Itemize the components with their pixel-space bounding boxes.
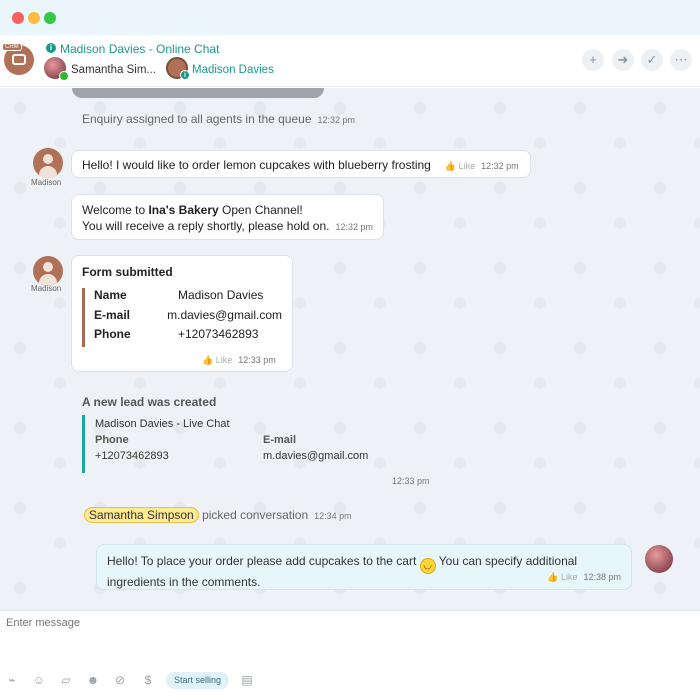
- lead-email: m.davies@gmail.com: [263, 450, 369, 462]
- form-submitted-card: Form submitted Name Madison Davies E-mail…: [71, 255, 293, 372]
- like-button[interactable]: 👍 Like: [547, 572, 577, 582]
- window-titlebar: [0, 0, 700, 35]
- form-row: E-mail m.davies@gmail.com: [94, 307, 282, 322]
- system-message-text: Enquiry assigned to all agents in the qu…: [82, 112, 312, 126]
- agent-avatar-icon: [645, 545, 673, 573]
- message-time: 12:32 pm: [335, 222, 374, 232]
- online-status-icon: [59, 71, 69, 81]
- message-time: 12:33 pm: [238, 355, 276, 365]
- form-row: Phone +12073462893: [94, 327, 259, 341]
- like-button[interactable]: 👍 Like: [202, 355, 232, 365]
- document-icon[interactable]: ▤: [240, 673, 254, 687]
- crm-tag: CRM: [2, 43, 22, 51]
- message-text: Hello! I would like to order lemon cupca…: [82, 158, 431, 172]
- customer-name[interactable]: Madison Davies: [192, 64, 274, 76]
- message-time: 12:38 pm: [583, 572, 621, 582]
- form-title: Form submitted: [82, 265, 173, 279]
- welcome-line-1: Welcome to Ina's Bakery Open Channel!: [82, 203, 303, 217]
- minimize-window-button[interactable]: [28, 12, 40, 24]
- system-message-assigned: Enquiry assigned to all agents in the qu…: [82, 112, 355, 126]
- template-icon[interactable]: ▱: [59, 673, 73, 687]
- chat-title[interactable]: Madison Davies - Online Chat: [60, 42, 219, 56]
- customer-message: Hello! I would like to order lemon cupca…: [71, 150, 531, 178]
- attach-icon[interactable]: ⌁: [5, 673, 19, 687]
- maximize-window-button[interactable]: [44, 12, 56, 24]
- user-icon[interactable]: ☺: [32, 673, 46, 687]
- agent-message-text-start: Hello! To place your order please add cu…: [107, 554, 417, 568]
- lead-phone: +12073462893: [95, 450, 169, 462]
- customer-avatar-label: Madison: [31, 284, 62, 293]
- customer-avatar-icon: [33, 148, 63, 178]
- lead-email-label: E-mail: [263, 434, 297, 446]
- add-icon[interactable]: +: [582, 49, 604, 71]
- more-icon[interactable]: ⋯: [670, 49, 692, 71]
- agent-message: Hello! To place your order please add cu…: [96, 544, 632, 590]
- customer-avatar[interactable]: i: [166, 57, 190, 80]
- form-fields: Name Madison Davies E-mail m.davies@gmail.…: [82, 288, 282, 347]
- message-time: 12:34 pm: [314, 511, 352, 521]
- close-window-button[interactable]: [12, 12, 24, 24]
- customer-avatar-label: Madison: [31, 178, 62, 187]
- picked-text: picked conversation: [202, 508, 309, 522]
- lead-card[interactable]: Madison Davies - Live Chat Phone +120734…: [82, 415, 382, 473]
- hide-icon[interactable]: ⊘: [113, 673, 127, 687]
- message-composer: ⌁ ☺ ▱ ☻ ⊘ $ Start selling ▤: [0, 610, 700, 696]
- lead-name[interactable]: Madison Davies - Live Chat: [95, 418, 230, 430]
- message-time: 12:32 pm: [481, 161, 519, 171]
- crm-icon[interactable]: CRM: [2, 43, 34, 75]
- previous-message-bubble: [72, 88, 324, 98]
- chat-history[interactable]: Enquiry assigned to all agents in the qu…: [0, 88, 700, 610]
- like-button[interactable]: 👍 Like: [445, 161, 475, 171]
- payment-icon[interactable]: $: [141, 673, 155, 687]
- start-selling-button[interactable]: Start selling: [166, 672, 230, 689]
- chat-header: CRM i Madison Davies - Online Chat Saman…: [0, 35, 700, 87]
- form-meta: 👍 Like 12:33 pm: [202, 352, 276, 366]
- welcome-line-2: You will receive a reply shortly, please…: [82, 219, 374, 233]
- lead-time: 12:33 pm: [392, 476, 430, 486]
- welcome-message: Welcome to Ina's Bakery Open Channel! Yo…: [71, 194, 384, 240]
- lead-created-title: A new lead was created: [82, 395, 217, 409]
- customer-info-icon: i: [180, 70, 190, 80]
- message-input[interactable]: [6, 617, 606, 629]
- chat-bubble-icon: [12, 54, 26, 65]
- lead-phone-label: Phone: [95, 434, 129, 446]
- forward-icon[interactable]: ➜: [612, 49, 634, 71]
- smile-emoji-icon: ◡: [419, 558, 436, 574]
- form-row: Name Madison Davies: [94, 288, 264, 302]
- check-icon[interactable]: ✓: [641, 49, 663, 71]
- message-time: 12:32 pm: [317, 115, 356, 125]
- agent-avatar[interactable]: [44, 57, 69, 81]
- system-message-picked: Samantha Simpson picked conversation 12:3…: [84, 507, 352, 523]
- agent-message-meta: 👍 Like 12:38 pm: [533, 568, 621, 585]
- agent-name[interactable]: Samantha Sim...: [71, 64, 156, 76]
- customer-avatar-icon: [33, 256, 63, 286]
- info-icon[interactable]: i: [46, 43, 56, 53]
- agent-name-badge[interactable]: Samantha Simpson: [84, 507, 199, 523]
- emoji-icon[interactable]: ☻: [86, 673, 100, 687]
